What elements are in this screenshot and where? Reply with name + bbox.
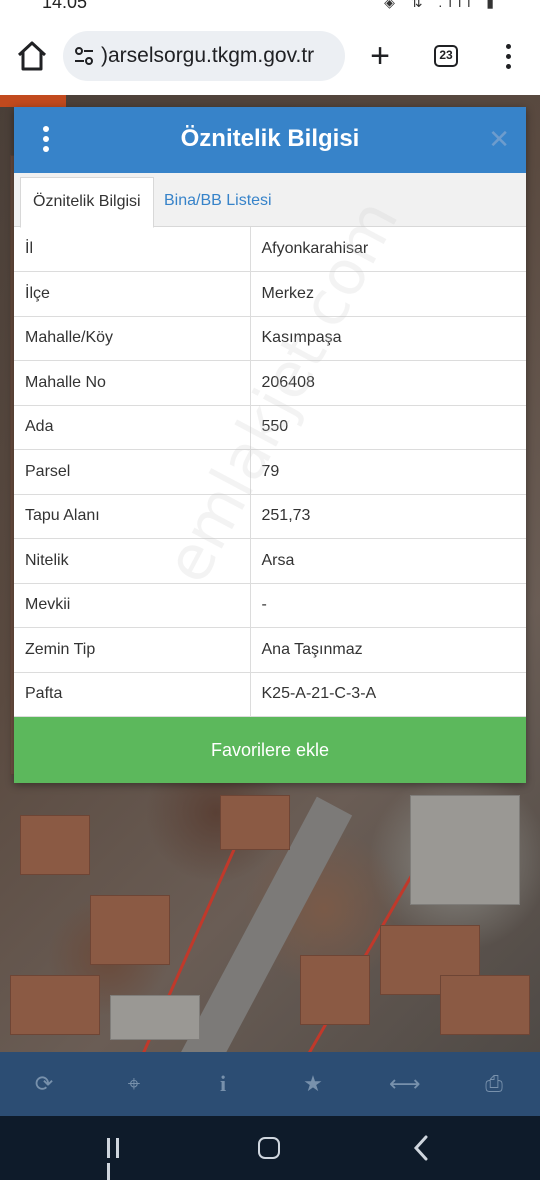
tab-switcher-button[interactable]: 23 [434, 45, 458, 67]
dialog-header: Öznitelik Bilgisi ✕ [14, 107, 526, 173]
attribute-value: 206408 [250, 360, 526, 406]
attribute-info-dialog: Öznitelik Bilgisi ✕ Öznitelik Bilgisi Bi… [14, 107, 526, 783]
home-icon[interactable] [14, 38, 50, 74]
status-bar: 14:05 ◈ ⇅ .ıll ▮ [0, 0, 540, 14]
tab-attribute-info[interactable]: Öznitelik Bilgisi [20, 177, 154, 228]
status-icons: ◈ ⇅ .ıll ▮ [384, 0, 500, 10]
map-building [20, 815, 90, 875]
attribute-table: İl Afyonkarahisar İlçe Merkez Mahalle/Köy Kas… [14, 227, 526, 717]
attribute-value: Arsa [250, 538, 526, 584]
dialog-tabs: Öznitelik Bilgisi Bina/BB Listesi [14, 173, 526, 228]
attribute-key: Pafta [14, 672, 251, 717]
attribute-key: Mahalle No [14, 360, 251, 406]
attribute-value: Kasımpaşa [250, 316, 526, 361]
back-icon[interactable] [413, 1135, 429, 1161]
url-text: )arselsorgu.tkgm.gov.tr [101, 44, 315, 67]
recents-icon[interactable] [107, 1138, 129, 1180]
attribute-key: Mevkii [14, 583, 251, 628]
dialog-title: Öznitelik Bilgisi [180, 125, 360, 152]
star-icon[interactable]: ★ [299, 1070, 327, 1098]
info-icon[interactable]: i [209, 1070, 237, 1098]
attribute-key: İl [14, 227, 251, 272]
attribute-key: Zemin Tip [14, 627, 251, 673]
map-building [410, 795, 520, 905]
map-highlight-strip [0, 95, 66, 107]
attribute-key: Tapu Alanı [14, 494, 251, 539]
close-icon[interactable]: ✕ [488, 125, 510, 153]
attribute-value: - [250, 583, 526, 628]
map-building [440, 975, 530, 1035]
nav-home-icon[interactable] [258, 1137, 280, 1159]
table-row: Mahalle/Köy Kasımpaşa [14, 316, 526, 361]
table-row: Parsel 79 [14, 449, 526, 495]
crosshair-icon[interactable]: ⌖ [120, 1070, 148, 1098]
attribute-value: Merkez [250, 271, 526, 317]
table-row: Pafta K25-A-21-C-3-A [14, 672, 526, 717]
refresh-icon[interactable]: ⟳ [30, 1070, 58, 1098]
attribute-key: Ada [14, 405, 251, 450]
attribute-value: 550 [250, 405, 526, 450]
table-row: Ada 550 [14, 405, 526, 450]
new-tab-button[interactable]: + [366, 36, 394, 76]
table-row: İlçe Merkez [14, 271, 526, 317]
map-toolbar: ⟳ ⌖ i ★ ⟷ ⎙ [0, 1052, 540, 1116]
attribute-key: Mahalle/Köy [14, 316, 251, 361]
map-building [220, 795, 290, 850]
table-row: Mevkii - [14, 583, 526, 628]
system-nav-bar [0, 1116, 540, 1180]
table-row: Tapu Alanı 251,73 [14, 494, 526, 539]
attribute-value: K25-A-21-C-3-A [250, 672, 526, 717]
attribute-value: Afyonkarahisar [250, 227, 526, 272]
browser-menu-icon[interactable] [498, 42, 518, 72]
attribute-key: Parsel [14, 449, 251, 495]
table-row: Mahalle No 206408 [14, 360, 526, 406]
map-building [110, 995, 200, 1040]
measure-icon[interactable]: ⟷ [389, 1070, 421, 1098]
site-settings-icon[interactable] [73, 45, 95, 67]
browser-toolbar: )arselsorgu.tkgm.gov.tr + 23 [0, 14, 540, 95]
map-building [90, 895, 170, 965]
table-row: Zemin Tip Ana Taşınmaz [14, 627, 526, 673]
tab-building-list[interactable]: Bina/BB Listesi [152, 177, 284, 228]
attribute-key: Nitelik [14, 538, 251, 584]
table-row: Nitelik Arsa [14, 538, 526, 584]
attribute-key: İlçe [14, 271, 251, 317]
status-time: 14:05 [42, 0, 88, 12]
table-row: İl Afyonkarahisar [14, 227, 526, 272]
add-favorite-button[interactable]: Favorilere ekle [14, 717, 526, 783]
map-building [300, 955, 370, 1025]
attribute-value: 79 [250, 449, 526, 495]
map-building [10, 975, 100, 1035]
address-bar[interactable]: )arselsorgu.tkgm.gov.tr [63, 31, 345, 81]
attribute-value: 251,73 [250, 494, 526, 539]
attribute-value: Ana Taşınmaz [250, 627, 526, 673]
print-icon[interactable]: ⎙ [480, 1070, 508, 1098]
